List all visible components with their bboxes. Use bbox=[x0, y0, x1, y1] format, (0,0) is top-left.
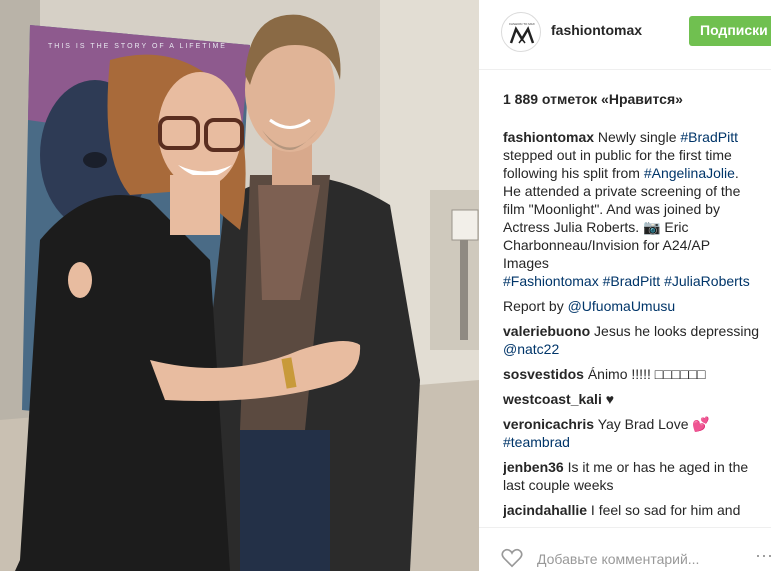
follow-button[interactable]: Подписки bbox=[689, 16, 771, 46]
caption-line: following his split from #AngelinaJolie. bbox=[503, 164, 771, 182]
comment-username[interactable]: westcoast_kali bbox=[503, 391, 602, 407]
caption-hashtag[interactable]: #Fashiontomax bbox=[503, 273, 599, 289]
post-footer: Добавьте комментарий... ⋯ bbox=[479, 527, 771, 571]
caption-hashtag[interactable]: #AngelinaJolie bbox=[644, 165, 735, 181]
comment-username[interactable]: jacindahallie bbox=[503, 502, 587, 518]
list-item: jacindahallie I feel so sad for him and bbox=[503, 501, 771, 519]
poster-text: THIS IS THE STORY OF A LIFETIME bbox=[48, 43, 227, 50]
comment-username[interactable]: veronicachris bbox=[503, 416, 594, 432]
list-item: veronicachris Yay Brad Love 💕 #teambrad bbox=[503, 415, 771, 451]
report-prefix: Report by bbox=[503, 298, 568, 314]
caption-text: . bbox=[734, 165, 739, 181]
comment-mention[interactable]: @natc22 bbox=[503, 341, 559, 357]
caption-text: Charbonneau/Invision for A24/AP bbox=[503, 237, 711, 253]
likes-count[interactable]: 1 889 отметок «Нравится» bbox=[503, 91, 683, 107]
add-comment-input[interactable]: Добавьте комментарий... bbox=[537, 551, 699, 567]
caption-hashtag[interactable]: #BradPitt bbox=[603, 273, 661, 289]
comment-text: Ánimo !!!!! □□□□□□ bbox=[583, 366, 706, 382]
caption-line: Charbonneau/Invision for A24/AP bbox=[503, 236, 771, 254]
caption-username[interactable]: fashiontomax bbox=[503, 129, 594, 145]
more-dots-icon[interactable]: ⋯ bbox=[755, 546, 771, 567]
caption-text: Images bbox=[503, 255, 549, 271]
comment-text: Yay Brad Love 💕 bbox=[594, 416, 710, 432]
caption-line: #Fashiontomax #BradPitt #JuliaRoberts bbox=[503, 272, 771, 290]
comment-text: I feel so sad for him and bbox=[587, 502, 741, 518]
comment-username[interactable]: sosvestidos bbox=[503, 366, 584, 382]
list-item: valeriebuono Jesus he looks depressing @… bbox=[503, 322, 771, 358]
caption-text: following his split from bbox=[503, 165, 644, 181]
caption-text: He attended a private screening of the bbox=[503, 183, 741, 199]
caption-text: Actress Julia Roberts. 📷 Eric bbox=[503, 219, 689, 235]
comment-username[interactable]: valeriebuono bbox=[503, 323, 590, 339]
photo-illustration: THIS IS THE STORY OF A LIFETIME bbox=[0, 0, 479, 571]
svg-text:FASHION TO MAX: FASHION TO MAX bbox=[509, 22, 534, 26]
post-header: FASHION TO MAX fashiontomax Подписки bbox=[479, 0, 771, 70]
list-item: sosvestidos Ánimo !!!!! □□□□□□ bbox=[503, 365, 771, 383]
avatar[interactable]: FASHION TO MAX bbox=[501, 12, 541, 52]
caption-line: Actress Julia Roberts. 📷 Eric bbox=[503, 218, 771, 236]
heart-outline-icon[interactable] bbox=[501, 548, 523, 571]
caption-line: Newly single #BradPitt bbox=[598, 129, 738, 145]
caption-line: He attended a private screening of the bbox=[503, 182, 771, 200]
list-item: westcoast_kali ♥ bbox=[503, 390, 771, 408]
comment-hashtag[interactable]: #teambrad bbox=[503, 434, 570, 450]
post-username[interactable]: fashiontomax bbox=[551, 22, 642, 38]
fashiontomax-logo-icon: FASHION TO MAX bbox=[509, 22, 535, 44]
post-caption: fashiontomax Newly single #BradPitt stepp… bbox=[503, 128, 771, 290]
post-side-panel: FASHION TO MAX fashiontomax Подписки 1 8… bbox=[479, 0, 771, 571]
caption-line: film "Moonlight". And was joined by bbox=[503, 200, 771, 218]
post-photo[interactable]: THIS IS THE STORY OF A LIFETIME bbox=[0, 0, 479, 571]
comments-list: fashiontomax Newly single #BradPitt stepp… bbox=[503, 128, 771, 528]
list-item: jenben36 Is it me or has he aged in the … bbox=[503, 458, 771, 494]
caption-text: Newly single bbox=[597, 129, 681, 145]
caption-text: film "Moonlight". And was joined by bbox=[503, 201, 720, 217]
report-line: Report by @UfuomaUmusu bbox=[503, 297, 771, 315]
comment-username[interactable]: jenben36 bbox=[503, 459, 564, 475]
caption-line: stepped out in public for the first time bbox=[503, 146, 771, 164]
caption-line: Images bbox=[503, 254, 771, 272]
comment-text: Jesus he looks depressing bbox=[590, 323, 760, 339]
caption-hashtag[interactable]: #JuliaRoberts bbox=[664, 273, 750, 289]
report-mention[interactable]: @UfuomaUmusu bbox=[568, 298, 676, 314]
caption-hashtag[interactable]: #BradPitt bbox=[680, 129, 738, 145]
caption-text: stepped out in public for the first time bbox=[503, 147, 732, 163]
comment-text: ♥ bbox=[601, 391, 615, 407]
